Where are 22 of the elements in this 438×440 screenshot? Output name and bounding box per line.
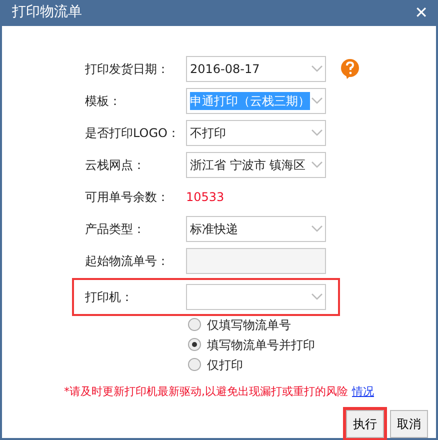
field-label: 打印发货日期：	[85, 60, 170, 78]
count-value: 10533	[186, 188, 224, 206]
field-label: 云栈网点：	[85, 156, 146, 174]
select-field[interactable]: 不打印	[186, 120, 326, 146]
field-label: 是否打印LOGO：	[85, 124, 180, 142]
select-field[interactable]: 标准快递	[186, 216, 326, 242]
dialog-button[interactable]: 取消	[390, 410, 428, 438]
select-field[interactable]: 2016-08-17	[186, 56, 326, 82]
window-title: 打印物流单	[12, 3, 82, 22]
field-label: 产品类型：	[85, 220, 146, 238]
close-button[interactable]: ✕	[414, 4, 428, 21]
warning-text: *请及时更新打印机最新驱动,以避免出现漏打或重打的风险 情况	[63, 384, 375, 400]
field-label: 打印机：	[85, 288, 134, 306]
option-label[interactable]: 仅打印	[207, 356, 243, 374]
field-label: 模板：	[85, 92, 122, 110]
help-link[interactable]: 情况	[352, 384, 374, 398]
dialog-button[interactable]: 执行	[346, 410, 384, 438]
field-label: 可用单号余数：	[85, 188, 170, 206]
field-label: 起始物流单号：	[85, 252, 170, 270]
select-field[interactable]: 浙江省 宁波市 镇海区	[186, 152, 326, 178]
option-label[interactable]: 填写物流单号并打印	[207, 336, 315, 354]
option-label[interactable]: 仅填写物流单号	[207, 316, 291, 334]
